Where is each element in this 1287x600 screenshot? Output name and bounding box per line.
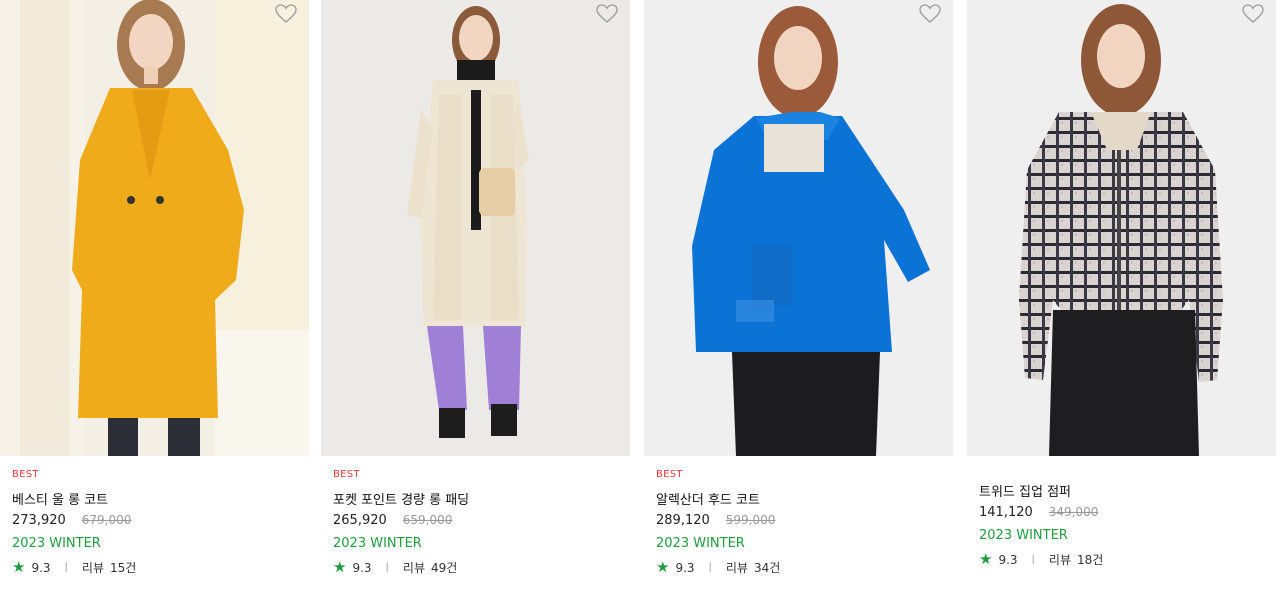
- product-grid: BEST 베스티 울 롱 코트 273,920 679,000 2023 WINT…: [0, 0, 1287, 600]
- review-count: 15건: [110, 561, 137, 575]
- season-label: 2023 WINTER: [656, 536, 745, 551]
- rating-row: ★ 9.3 | 리뷰 49건: [333, 559, 457, 576]
- wishlist-heart-icon[interactable]: [1242, 4, 1264, 24]
- season-label: 2023 WINTER: [979, 528, 1068, 543]
- original-price: 679,000: [81, 513, 132, 527]
- original-price: 349,000: [1048, 505, 1099, 519]
- original-price: 599,000: [725, 513, 776, 527]
- rating-row: ★ 9.3 | 리뷰 18건: [979, 551, 1103, 568]
- review-count: 49건: [431, 561, 458, 575]
- rating-row: ★ 9.3 | 리뷰 15건: [12, 559, 136, 576]
- star-icon: ★: [979, 550, 993, 568]
- product-image[interactable]: [0, 0, 309, 456]
- price-row: 273,920 679,000: [12, 513, 131, 528]
- divider: |: [385, 562, 389, 573]
- sale-price: 273,920: [12, 513, 66, 528]
- product-image[interactable]: [967, 0, 1276, 456]
- product-name[interactable]: 포켓 포인트 경량 롱 패딩: [333, 489, 469, 508]
- review-count: 34건: [754, 561, 781, 575]
- divider: |: [64, 562, 68, 573]
- rating-value: 9.3: [998, 552, 1018, 567]
- rating-value: 9.3: [675, 560, 695, 575]
- divider: |: [1031, 554, 1035, 565]
- star-icon: ★: [333, 558, 347, 576]
- star-icon: ★: [656, 558, 670, 576]
- review-label: 리뷰: [1048, 553, 1072, 567]
- wishlist-heart-icon[interactable]: [596, 4, 618, 24]
- product-name[interactable]: 베스티 울 롱 코트: [12, 489, 108, 508]
- best-badge: BEST: [656, 469, 683, 480]
- best-badge: BEST: [333, 469, 360, 480]
- best-badge: BEST: [12, 469, 39, 480]
- product-card[interactable]: BEST 베스티 울 롱 코트 273,920 679,000 2023 WINT…: [0, 0, 309, 600]
- divider: |: [708, 562, 712, 573]
- sale-price: 141,120: [979, 505, 1033, 520]
- price-row: 141,120 349,000: [979, 505, 1098, 520]
- product-photo-graphic: [321, 0, 630, 456]
- review-label: 리뷰: [725, 561, 749, 575]
- price-row: 265,920 659,000: [333, 513, 452, 528]
- product-photo-graphic: [967, 0, 1276, 456]
- product-card[interactable]: BEST 알렉산더 후드 코트 289,120 599,000 2023 WINT…: [644, 0, 953, 600]
- price-row: 289,120 599,000: [656, 513, 775, 528]
- review-count: 18건: [1077, 553, 1104, 567]
- product-name[interactable]: 트위드 집업 점퍼: [979, 481, 1071, 500]
- rating-value: 9.3: [352, 560, 372, 575]
- product-photo-graphic: [644, 0, 953, 456]
- wishlist-heart-icon[interactable]: [919, 4, 941, 24]
- original-price: 659,000: [402, 513, 453, 527]
- season-label: 2023 WINTER: [333, 536, 422, 551]
- season-label: 2023 WINTER: [12, 536, 101, 551]
- sale-price: 265,920: [333, 513, 387, 528]
- rating-value: 9.3: [31, 560, 51, 575]
- star-icon: ★: [12, 558, 26, 576]
- product-photo-graphic: [0, 0, 309, 456]
- product-card[interactable]: BEST 포켓 포인트 경량 롱 패딩 265,920 659,000 2023 …: [321, 0, 630, 600]
- review-label: 리뷰: [402, 561, 426, 575]
- product-image[interactable]: [644, 0, 953, 456]
- rating-row: ★ 9.3 | 리뷰 34건: [656, 559, 780, 576]
- review-label: 리뷰: [81, 561, 105, 575]
- product-name[interactable]: 알렉산더 후드 코트: [656, 489, 760, 508]
- product-image[interactable]: [321, 0, 630, 456]
- wishlist-heart-icon[interactable]: [275, 4, 297, 24]
- product-card[interactable]: 트위드 집업 점퍼 141,120 349,000 2023 WINTER ★ 9…: [967, 0, 1276, 600]
- sale-price: 289,120: [656, 513, 710, 528]
